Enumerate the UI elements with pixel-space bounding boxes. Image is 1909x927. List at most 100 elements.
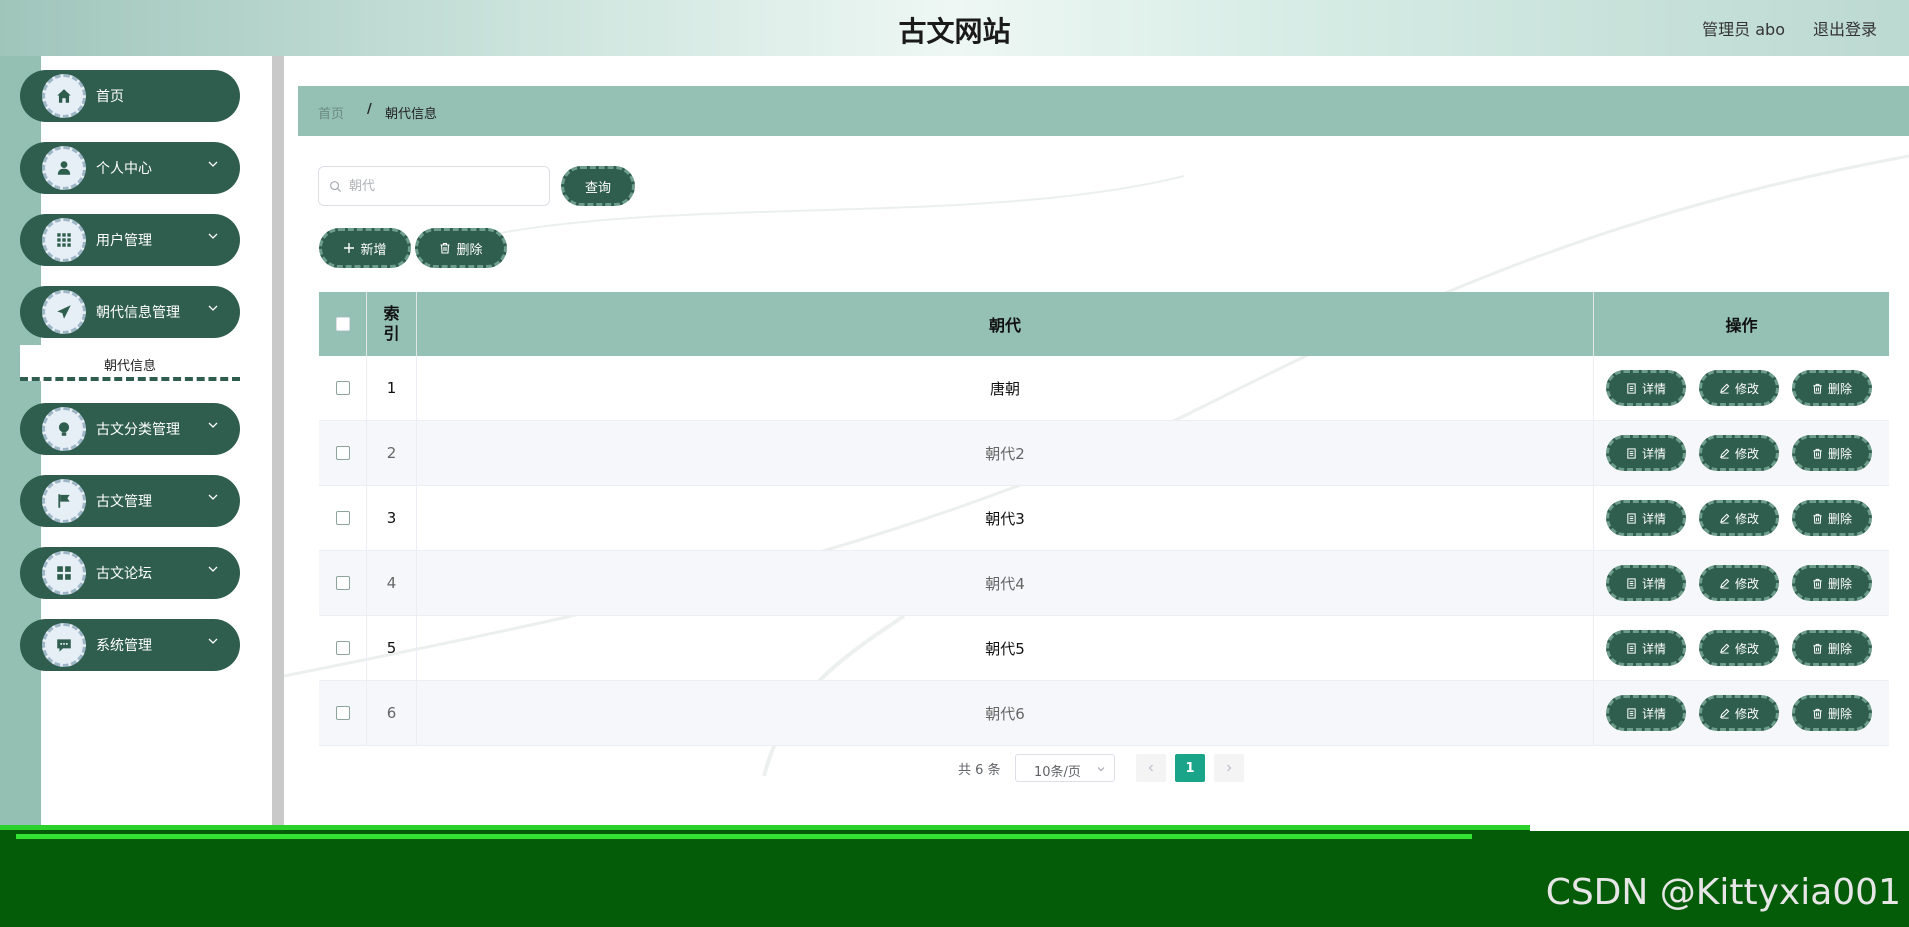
document-icon (1627, 642, 1636, 654)
page-size-select[interactable]: 10条/页 (1015, 754, 1115, 782)
sidebar-item-label: 古文分类管理 (96, 422, 180, 438)
sidebar-item-category-management[interactable]: 古文分类管理 (20, 403, 240, 455)
row-checkbox[interactable] (335, 511, 350, 525)
delete-button-label: 删除 (1827, 511, 1852, 526)
sidebar-item-label: 朝代信息管理 (96, 305, 180, 321)
top-header: 古文网站 管理员 abo 退出登录 (0, 0, 1909, 56)
sidebar-divider (272, 56, 284, 828)
edit-icon (1720, 448, 1730, 459)
query-button[interactable]: 查询 (561, 166, 635, 206)
table-row: 1 唐朝 详情 修改 删除 (319, 356, 1889, 421)
row-dynasty: 唐朝 (417, 356, 1594, 420)
delete-button-label: 删除 (1827, 446, 1852, 461)
sidebar-item-label: 古文论坛 (96, 566, 152, 582)
trash-icon (440, 242, 450, 254)
sidebar-item-label: 个人中心 (96, 161, 152, 177)
delete-button[interactable]: 删除 (1792, 500, 1872, 536)
watermark-text: CSDN @Kittyxia001 (1545, 872, 1901, 913)
table-body: 1 唐朝 详情 修改 删除 2 朝代2 详情 修改 删除 3 朝代3 详情 修改 删除 4 朝代4 详情 修改 删除 5… (319, 356, 1889, 746)
main-content: 首页 / 朝代信息 查询 新增 删除 索 引 朝代 操作 1唐朝详情修改删除2朝… (284, 56, 1909, 828)
user-icon (42, 146, 86, 190)
chevron-down-icon (208, 494, 218, 500)
edit-button[interactable]: 修改 (1699, 435, 1779, 471)
row-select-cell (319, 421, 367, 485)
edit-button[interactable]: 修改 (1699, 370, 1779, 406)
detail-button[interactable]: 详情 (1606, 370, 1686, 406)
bulb-icon (42, 407, 86, 451)
select-all-checkbox[interactable] (335, 317, 350, 331)
row-actions: 详情 修改 删除 (1594, 551, 1889, 615)
row-checkbox[interactable] (335, 446, 350, 460)
document-icon (1627, 707, 1636, 719)
trash-icon (1813, 448, 1822, 459)
header-dynasty[interactable]: 朝代 (417, 292, 1594, 356)
sidebar-item-personal-center[interactable]: 个人中心 (20, 142, 240, 194)
edit-button[interactable]: 修改 (1699, 695, 1779, 731)
search-input[interactable] (349, 176, 539, 196)
delete-button[interactable]: 删除 (1792, 695, 1872, 731)
search-icon (330, 181, 342, 193)
edit-button[interactable]: 修改 (1699, 500, 1779, 536)
logout-link[interactable]: 退出登录 (1813, 16, 1877, 40)
send-icon (42, 290, 86, 334)
row-checkbox[interactable] (335, 381, 350, 395)
row-checkbox[interactable] (335, 576, 350, 590)
delete-button[interactable]: 删除 (1792, 565, 1872, 601)
sidebar-item-article-management[interactable]: 古文管理 (20, 475, 240, 527)
table-row: 3 朝代3 详情 修改 删除 (319, 486, 1889, 551)
sidebar-item-user-management[interactable]: 用户管理 (20, 214, 240, 266)
submenu-item-dynasty-info[interactable]: 朝代信息 (20, 345, 240, 381)
row-index: 6 (367, 681, 417, 745)
detail-button-label: 详情 (1641, 446, 1666, 461)
detail-button[interactable]: 详情 (1606, 695, 1686, 731)
batch-delete-button[interactable]: 删除 (415, 228, 507, 268)
trash-icon (1813, 513, 1822, 524)
next-page-button[interactable] (1214, 754, 1244, 782)
flag-icon (42, 479, 86, 523)
row-actions: 详情 修改 删除 (1594, 681, 1889, 745)
row-dynasty: 朝代6 (417, 681, 1594, 745)
edit-button[interactable]: 修改 (1699, 630, 1779, 666)
chevron-down-icon (208, 638, 218, 644)
sidebar-item-dynasty-management[interactable]: 朝代信息管理 (20, 286, 240, 338)
delete-button-label: 删除 (1827, 381, 1852, 396)
sidebar-item-label: 首页 (96, 89, 124, 105)
sidebar-item-system-management[interactable]: 系统管理 (20, 619, 240, 671)
chevron-down-icon (208, 233, 218, 239)
breadcrumb-home[interactable]: 首页 (318, 103, 344, 122)
delete-button-label: 删除 (1827, 641, 1852, 656)
add-button[interactable]: 新增 (319, 228, 411, 268)
edit-button-label: 修改 (1734, 576, 1759, 591)
row-dynasty: 朝代4 (417, 551, 1594, 615)
row-index: 1 (367, 356, 417, 420)
delete-button[interactable]: 删除 (1792, 630, 1872, 666)
row-select-cell (319, 356, 367, 420)
edit-button[interactable]: 修改 (1699, 565, 1779, 601)
table-row: 2 朝代2 详情 修改 删除 (319, 421, 1889, 486)
delete-button[interactable]: 删除 (1792, 435, 1872, 471)
edit-icon (1720, 708, 1730, 719)
row-select-cell (319, 681, 367, 745)
apps-icon (42, 551, 86, 595)
edit-button-label: 修改 (1734, 381, 1759, 396)
row-actions: 详情 修改 删除 (1594, 616, 1889, 680)
sidebar-item-home[interactable]: 首页 (20, 70, 240, 122)
detail-button[interactable]: 详情 (1606, 500, 1686, 536)
add-button-label: 新增 (360, 242, 387, 258)
page-number-button[interactable]: 1 (1175, 754, 1205, 782)
sidebar-item-label: 古文管理 (96, 494, 152, 510)
row-checkbox[interactable] (335, 706, 350, 720)
home-icon (42, 74, 86, 118)
detail-button[interactable]: 详情 (1606, 565, 1686, 601)
edit-button-label: 修改 (1734, 511, 1759, 526)
pagination-total: 共 6 条 (958, 763, 1001, 778)
dynasty-table: 索 引 朝代 操作 1 唐朝 详情 修改 删除 2 朝代2 详情 修改 删除 3 朝代3 详情 修改 删除 4… (319, 292, 1889, 746)
prev-page-button[interactable] (1136, 754, 1166, 782)
sidebar-item-forum[interactable]: 古文论坛 (20, 547, 240, 599)
detail-button[interactable]: 详情 (1606, 435, 1686, 471)
edit-icon (1720, 383, 1730, 394)
delete-button[interactable]: 删除 (1792, 370, 1872, 406)
detail-button[interactable]: 详情 (1606, 630, 1686, 666)
row-checkbox[interactable] (335, 641, 350, 655)
trash-icon (1813, 708, 1822, 719)
